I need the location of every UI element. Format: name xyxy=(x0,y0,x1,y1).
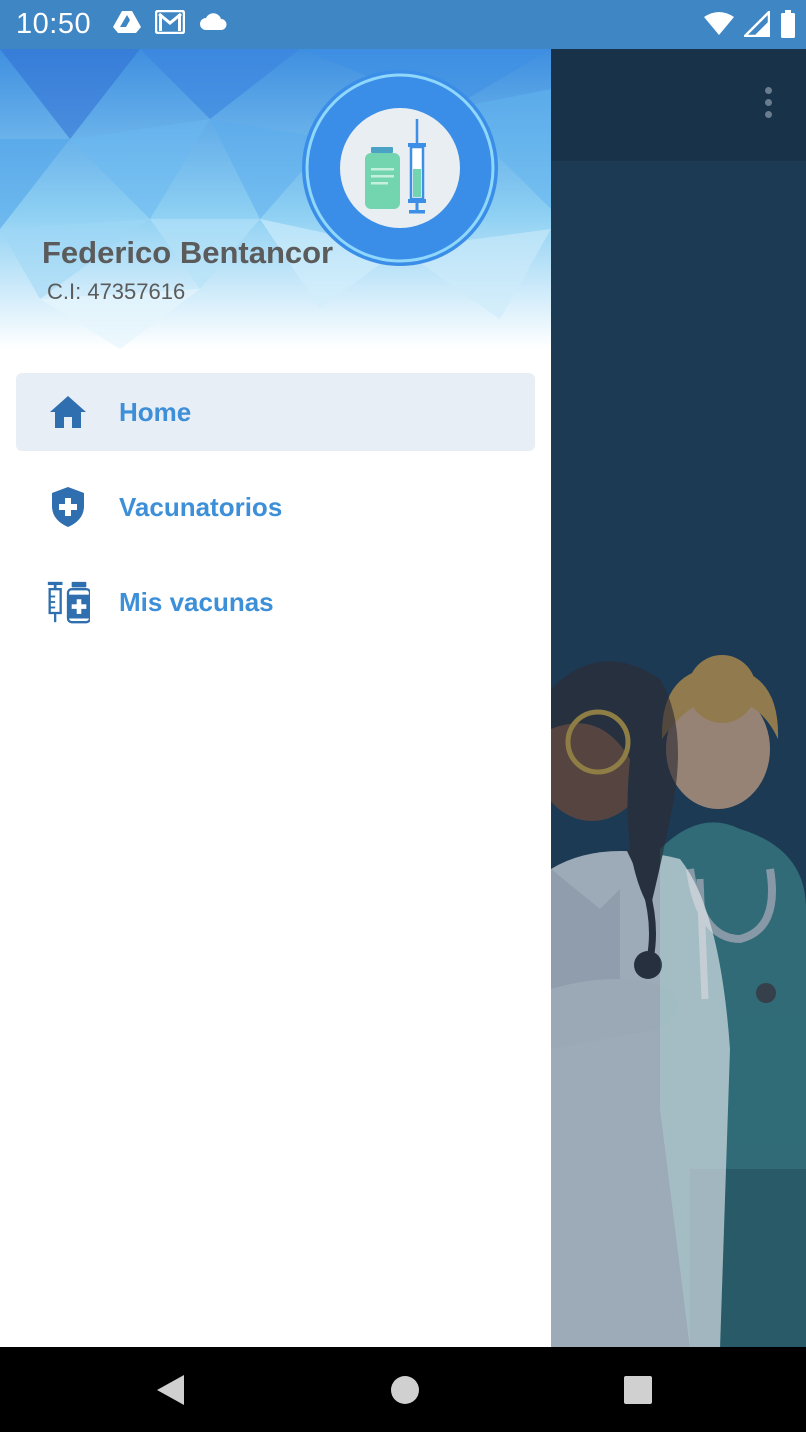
status-bar: 10:50 xyxy=(0,0,806,49)
home-circle-icon xyxy=(391,1375,419,1404)
menu-item-vacunatorios[interactable]: Vacunatorios xyxy=(16,468,535,546)
back-button[interactable] xyxy=(130,1347,210,1432)
menu-item-label: Home xyxy=(119,396,192,427)
menu-item-label: Vacunatorios xyxy=(119,491,283,522)
drive-icon xyxy=(113,10,142,39)
user-name: Federico Bentancor xyxy=(42,235,334,270)
home-icon xyxy=(46,388,90,436)
battery-icon xyxy=(780,10,796,43)
menu-item-home[interactable]: Home xyxy=(16,373,535,451)
drawer-header: Federico Bentancor C.I: 47357616 xyxy=(0,49,551,349)
menu-item-label: Mis vacunas xyxy=(119,586,274,617)
back-icon xyxy=(157,1374,184,1405)
system-nav-bar xyxy=(0,1347,806,1432)
gmail-icon xyxy=(154,9,186,39)
menu-item-mis-vacunas[interactable]: Mis vacunas xyxy=(16,563,535,641)
vaccine-icon xyxy=(46,578,90,626)
wifi-icon xyxy=(704,12,734,41)
home-nav-button[interactable] xyxy=(365,1347,445,1432)
navigation-drawer: Federico Bentancor C.I: 47357616 Home Va… xyxy=(0,49,551,1347)
drawer-menu: Home Vacunatorios Mis vacunas xyxy=(0,369,551,658)
more-options-icon[interactable] xyxy=(758,87,778,127)
signal-icon xyxy=(741,8,771,42)
user-ci: C.I: 47357616 xyxy=(47,279,186,304)
cloud-icon xyxy=(199,12,227,37)
recents-icon xyxy=(624,1375,652,1404)
status-time: 10:50 xyxy=(16,8,92,40)
recents-button[interactable] xyxy=(598,1347,678,1432)
shield-plus-icon xyxy=(46,483,90,531)
